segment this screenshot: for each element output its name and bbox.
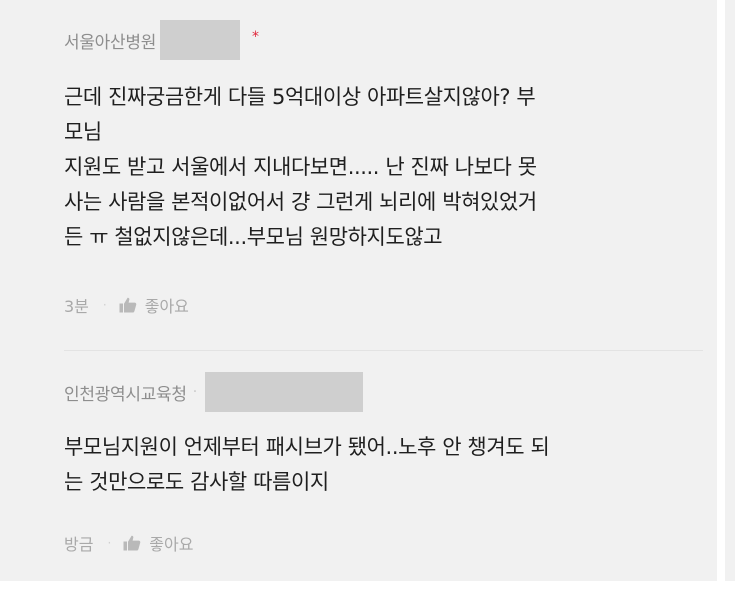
like-label: 좋아요 [149,535,194,554]
comment-item: 인천광역시교육청 · 부모님지원이 언제부터 패시브가 됐어..노후 안 챙겨도… [64,351,703,581]
comment-meta: 3분 · 좋아요 [64,292,189,318]
comment-time: 3분 [64,297,89,316]
star-badge: * [252,29,260,45]
comment-author-row: 서울아산병원 * [64,20,259,60]
like-button[interactable]: 좋아요 [123,531,193,555]
comment-body: 근데 진짜궁금한게 다들 5억대이상 아파트살지않아? 부 모님 지원도 받고 … [64,85,537,249]
like-label: 좋아요 [144,297,189,316]
comment-panel: 서울아산병원 * 근데 진짜궁금한게 다들 5억대이상 아파트살지않아? 부 모… [0,0,717,581]
comment-body: 부모님지원이 언제부터 패시브가 됐어..노후 안 챙겨도 되 는 것만으로도 … [64,435,550,494]
comment-meta: 방금 · 좋아요 [64,530,193,556]
author-name[interactable]: 인천광역시교육청 [64,380,187,405]
comment-item: 서울아산병원 * 근데 진짜궁금한게 다들 5억대이상 아파트살지않아? 부 모… [64,0,703,350]
author-separator: · [192,384,198,400]
comment-time: 방금 [64,535,94,554]
thumbs-up-icon [123,535,141,551]
comment-author-row: 인천광역시교육청 · [64,372,364,412]
meta-separator: · [102,298,107,312]
like-button[interactable]: 좋아요 [119,293,189,317]
side-panel-edge [725,0,735,581]
redacted-author-box [205,372,364,412]
meta-separator: · [107,536,112,550]
redacted-author-box [160,20,241,60]
author-name[interactable]: 서울아산병원 [64,28,156,53]
thumbs-up-icon [119,297,137,313]
